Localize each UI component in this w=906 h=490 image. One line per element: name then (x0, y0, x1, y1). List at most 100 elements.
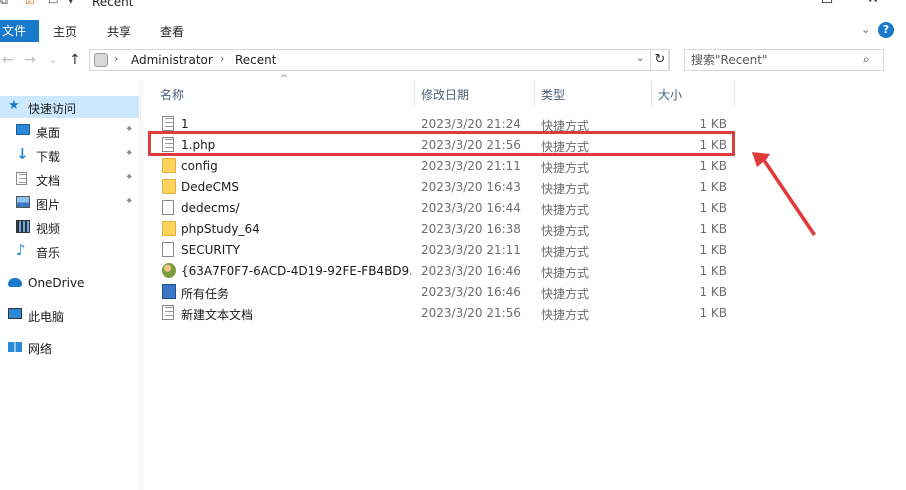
file-row[interactable]: phpStudy_64 2023/3/20 16:38 快捷方式 1 KB (155, 218, 735, 239)
file-name: dedecms/ (181, 201, 240, 215)
breadcrumb-separator[interactable]: › (220, 52, 224, 65)
navigation-pane: ★ 快速访问 桌面 ✦ ↓ 下载 ✦ 文档 ✦ 图片 ✦ 视频 ♪ 音乐 One… (0, 80, 141, 490)
nav-documents[interactable]: 文档 ✦ (0, 168, 139, 190)
file-row[interactable]: SECURITY 2023/3/20 21:11 快捷方式 1 KB (155, 239, 735, 260)
network-icon (8, 342, 22, 352)
tab-view[interactable]: 查看 (160, 23, 184, 40)
tab-file[interactable]: 文件 (0, 20, 39, 42)
folder-icon (162, 158, 176, 173)
ribbon: 文件 主页 共享 查看 ⌄ ? (0, 10, 906, 43)
column-header-name[interactable]: 名称 (154, 81, 414, 107)
desktop-icon (16, 124, 30, 135)
search-box[interactable]: ⌕ (684, 49, 884, 71)
file-row[interactable]: {63A7F0F7-6ACD-4D19-92FE-FB4BD9... 2023/… (155, 260, 735, 281)
file-date: 2023/3/20 21:24 (421, 117, 521, 131)
music-icon: ♪ (16, 241, 26, 259)
refresh-button[interactable]: ↻ (650, 49, 670, 71)
tab-share[interactable]: 共享 (107, 23, 131, 40)
annotation-arrow (752, 152, 816, 236)
pin-icon[interactable]: ✦ (125, 172, 133, 183)
nav-pictures[interactable]: 图片 ✦ (0, 192, 139, 214)
breadcrumb-administrator[interactable]: Administrator (131, 53, 213, 67)
properties-icon[interactable]: ⧉ (0, 0, 8, 8)
control-panel-icon (162, 284, 176, 299)
forward-button[interactable]: → (24, 52, 36, 68)
maximize-button[interactable]: ☐ (804, 0, 850, 7)
file-date: 2023/3/20 21:11 (421, 159, 521, 173)
nav-item-label: OneDrive (28, 276, 85, 290)
nav-downloads[interactable]: ↓ 下载 ✦ (0, 144, 139, 166)
cloud-icon (8, 278, 22, 287)
file-type: 快捷方式 (541, 161, 590, 175)
checkbox-icon[interactable]: ☑ (25, 0, 35, 7)
folder-icon (162, 179, 176, 194)
file-name: SECURITY (181, 243, 240, 257)
pin-icon[interactable]: ✦ (125, 148, 133, 159)
pin-icon[interactable]: ✦ (125, 196, 133, 207)
file-type: 快捷方式 (541, 287, 590, 301)
nav-quick-access[interactable]: ★ 快速访问 (0, 96, 139, 118)
file-size: 1 KB (699, 285, 727, 299)
file-type: 快捷方式 (541, 245, 590, 259)
file-size: 1 KB (699, 117, 727, 131)
column-divider[interactable] (734, 81, 735, 107)
highlight-box (148, 131, 735, 156)
help-icon[interactable]: ? (878, 22, 894, 38)
nav-onedrive[interactable]: OneDrive (0, 272, 139, 294)
file-size: 1 KB (699, 264, 727, 278)
column-header-type[interactable]: 类型 (535, 81, 651, 107)
computer-icon (8, 308, 22, 319)
document-icon (162, 305, 174, 320)
pin-icon[interactable]: ✦ (125, 124, 133, 135)
file-row[interactable]: 新建文本文档 2023/3/20 21:56 快捷方式 1 KB (155, 302, 735, 323)
file-name: phpStudy_64 (181, 222, 260, 236)
recent-locations-dropdown[interactable]: ⌄ (49, 55, 57, 66)
minimize-button[interactable]: — (758, 0, 804, 7)
nav-videos[interactable]: 视频 (0, 216, 139, 238)
blank-file-icon (162, 200, 174, 215)
videos-icon (16, 220, 30, 233)
address-row: ← → ⌄ ↑ › Administrator › Recent ⌄ ↻ ⌕ (0, 44, 906, 78)
file-row[interactable]: 所有任务 2023/3/20 16:46 快捷方式 1 KB (155, 281, 735, 302)
new-folder-icon[interactable]: ▭ (48, 0, 58, 7)
up-button[interactable]: ↑ (69, 52, 81, 68)
address-bar[interactable]: › Administrator › Recent ⌄ (89, 49, 669, 71)
file-date: 2023/3/20 21:56 (421, 306, 521, 320)
file-row[interactable]: DedeCMS 2023/3/20 16:43 快捷方式 1 KB (155, 176, 735, 197)
file-type: 快捷方式 (541, 182, 590, 196)
nav-item-label: 图片 (36, 198, 61, 212)
file-name: 1 (181, 117, 189, 131)
tab-home[interactable]: 主页 (53, 23, 77, 40)
nav-desktop[interactable]: 桌面 ✦ (0, 120, 139, 142)
nav-this-pc[interactable]: 此电脑 (0, 304, 139, 326)
file-type: 快捷方式 (541, 266, 590, 280)
nav-music[interactable]: ♪ 音乐 (0, 240, 139, 262)
breadcrumb-recent[interactable]: Recent (235, 53, 276, 67)
breadcrumb-separator[interactable]: › (114, 52, 118, 65)
nav-network[interactable]: 网络 (0, 336, 139, 358)
blank-file-icon (162, 242, 174, 257)
file-row[interactable]: config 2023/3/20 21:11 快捷方式 1 KB (155, 155, 735, 176)
location-icon (94, 53, 108, 67)
file-date: 2023/3/20 21:11 (421, 243, 521, 257)
address-dropdown-icon[interactable]: ⌄ (636, 53, 644, 64)
nav-item-label: 网络 (28, 342, 53, 356)
back-button[interactable]: ← (2, 52, 14, 68)
user-group-icon (162, 263, 176, 278)
search-input[interactable] (691, 52, 851, 68)
close-button[interactable]: ✕ (850, 0, 896, 7)
chevron-down-icon[interactable]: ⌄ (861, 23, 870, 36)
window-title: Recent (92, 0, 134, 9)
column-header-size[interactable]: 大小 (652, 81, 734, 107)
search-icon[interactable]: ⌕ (863, 52, 870, 67)
file-size: 1 KB (699, 306, 727, 320)
file-date: 2023/3/20 16:38 (421, 222, 521, 236)
file-date: 2023/3/20 16:46 (421, 264, 521, 278)
star-icon: ★ (8, 98, 20, 113)
column-header-date[interactable]: 修改日期 (415, 81, 535, 107)
file-size: 1 KB (699, 222, 727, 236)
file-row[interactable]: dedecms/ 2023/3/20 16:44 快捷方式 1 KB (155, 197, 735, 218)
quick-access-dropdown-icon[interactable]: ▾ (68, 0, 74, 7)
file-type: 快捷方式 (541, 224, 590, 238)
file-name: {63A7F0F7-6ACD-4D19-92FE-FB4BD9... (181, 264, 411, 278)
